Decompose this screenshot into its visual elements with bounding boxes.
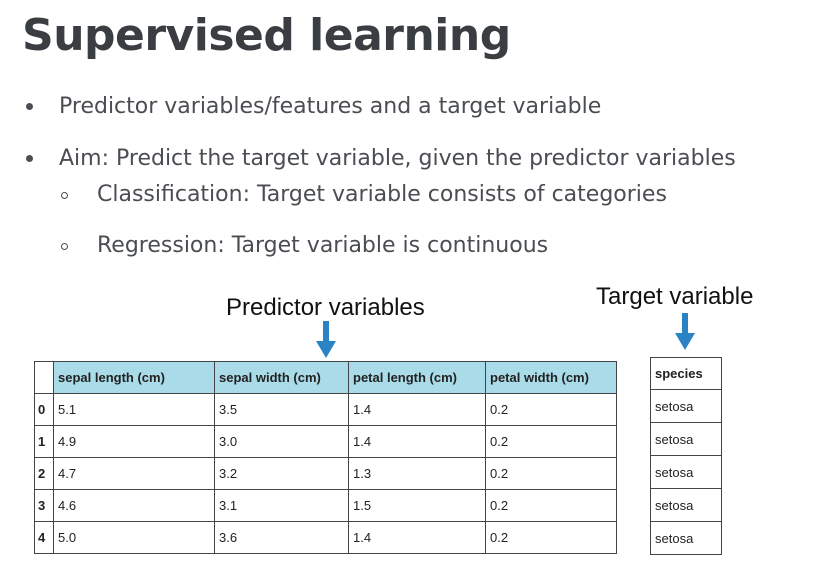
row-index: 3 <box>34 489 54 522</box>
table-cell: setosa <box>650 521 722 555</box>
sub-bullet-ring <box>61 243 68 250</box>
bullet-list: Predictor variables/features and a targe… <box>0 0 815 270</box>
table-cell: 3.2 <box>214 457 349 490</box>
target-header-row: species <box>650 357 722 390</box>
header-species: species <box>650 357 722 390</box>
table-row: setosa <box>650 521 722 555</box>
header-sepal-length: sepal length (cm) <box>53 361 215 394</box>
index-header-cell <box>34 361 54 394</box>
bullet-dot <box>26 103 33 110</box>
table-row: setosa <box>650 455 722 489</box>
row-index: 0 <box>34 393 54 426</box>
header-sepal-width: sepal width (cm) <box>214 361 349 394</box>
arrow-head <box>316 341 336 358</box>
features-table: sepal length (cm) sepal width (cm) petal… <box>34 361 617 554</box>
table-cell: 4.9 <box>53 425 215 458</box>
sub-bullet-ring <box>61 192 68 199</box>
predictor-label: Predictor variables <box>226 294 425 321</box>
arrow-shaft <box>682 313 688 335</box>
table-row: setosa <box>650 422 722 456</box>
table-cell: 4.7 <box>53 457 215 490</box>
table-cell: setosa <box>650 488 722 522</box>
header-petal-width: petal width (cm) <box>485 361 617 394</box>
table-cell: 0.2 <box>485 521 617 554</box>
table-row: 1 4.9 3.0 1.4 0.2 <box>34 425 617 458</box>
features-header-row: sepal length (cm) sepal width (cm) petal… <box>34 361 617 394</box>
row-index: 2 <box>34 457 54 490</box>
header-petal-length: petal length (cm) <box>348 361 486 394</box>
table-cell: 4.6 <box>53 489 215 522</box>
table-row: setosa <box>650 488 722 522</box>
sub-bullet-text: Regression: Target variable is continuou… <box>97 233 549 258</box>
table-cell: 0.2 <box>485 489 617 522</box>
target-table: species setosa setosa setosa setosa seto… <box>650 357 722 555</box>
row-index: 1 <box>34 425 54 458</box>
table-cell: 3.0 <box>214 425 349 458</box>
table-row: 4 5.0 3.6 1.4 0.2 <box>34 521 617 554</box>
bullet-text: Aim: Predict the target variable, given … <box>59 146 736 171</box>
table-cell: 1.3 <box>348 457 486 490</box>
table-cell: 5.1 <box>53 393 215 426</box>
arrow-head <box>675 333 695 350</box>
table-cell: 5.0 <box>53 521 215 554</box>
table-cell: 1.4 <box>348 393 486 426</box>
target-label: Target variable <box>596 283 754 310</box>
table-cell: setosa <box>650 455 722 489</box>
target-arrow-icon <box>675 313 695 350</box>
bullet-text: Predictor variables/features and a targe… <box>59 94 602 119</box>
table-row: 2 4.7 3.2 1.3 0.2 <box>34 457 617 490</box>
sub-bullet-text: Classification: Target variable consists… <box>97 182 667 207</box>
table-cell: 0.2 <box>485 425 617 458</box>
table-cell: setosa <box>650 389 722 423</box>
bullet-dot <box>26 155 33 162</box>
table-cell: 1.4 <box>348 521 486 554</box>
table-cell: 3.5 <box>214 393 349 426</box>
table-cell: 1.5 <box>348 489 486 522</box>
table-cell: 3.1 <box>214 489 349 522</box>
table-cell: setosa <box>650 422 722 456</box>
table-cell: 1.4 <box>348 425 486 458</box>
arrow-shaft <box>323 321 329 343</box>
predictor-arrow-icon <box>316 321 336 358</box>
table-cell: 0.2 <box>485 457 617 490</box>
table-row: setosa <box>650 389 722 423</box>
table-cell: 3.6 <box>214 521 349 554</box>
table-cell: 0.2 <box>485 393 617 426</box>
table-row: 0 5.1 3.5 1.4 0.2 <box>34 393 617 426</box>
row-index: 4 <box>34 521 54 554</box>
table-row: 3 4.6 3.1 1.5 0.2 <box>34 489 617 522</box>
